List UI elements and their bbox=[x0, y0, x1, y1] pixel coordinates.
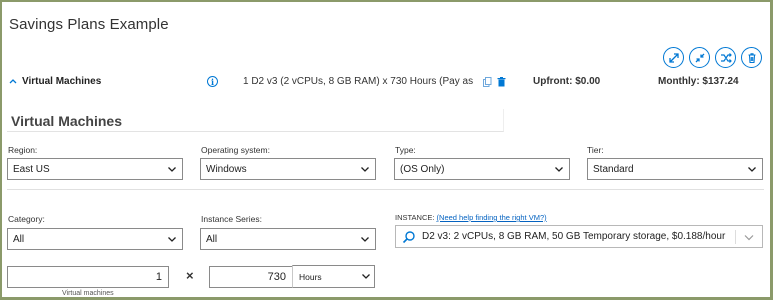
category-label: Category: bbox=[8, 214, 45, 224]
instance-label-row: INSTANCE: (Need help finding the right V… bbox=[395, 213, 547, 222]
chevron-down-icon[interactable] bbox=[743, 231, 755, 243]
chevron-up-icon[interactable] bbox=[8, 76, 18, 86]
tier-value: Standard bbox=[593, 163, 634, 175]
chevron-down-icon bbox=[165, 162, 179, 176]
collapse-button[interactable] bbox=[689, 47, 710, 68]
region-label: Region: bbox=[8, 145, 38, 155]
type-value: (OS Only) bbox=[400, 163, 445, 175]
hours-unit-value: Hours bbox=[299, 271, 322, 282]
search-icon bbox=[402, 230, 415, 243]
summary-description: 1 D2 v3 (2 vCPUs, 8 GB RAM) x 730 Hours … bbox=[243, 76, 473, 87]
region-select[interactable]: East US bbox=[7, 158, 183, 180]
vm-count-input[interactable]: 1 bbox=[7, 266, 169, 288]
section-title: Virtual Machines bbox=[11, 113, 123, 129]
chevron-down-icon bbox=[552, 162, 566, 176]
expand-button[interactable] bbox=[663, 47, 684, 68]
category-select[interactable]: All bbox=[7, 228, 183, 250]
divider bbox=[735, 230, 736, 244]
summary-label[interactable]: Virtual Machines bbox=[22, 76, 101, 87]
vm-count-caption: Virtual machines bbox=[62, 290, 114, 297]
window-frame bbox=[0, 0, 773, 300]
hours-input[interactable]: 730 bbox=[209, 266, 293, 288]
shuffle-icon bbox=[720, 52, 732, 63]
chevron-down-icon bbox=[165, 232, 179, 246]
hours-unit-select[interactable]: Hours bbox=[292, 265, 375, 288]
monthly-cost: Monthly: $137.24 bbox=[658, 76, 739, 87]
os-select[interactable]: Windows bbox=[200, 158, 376, 180]
upfront-cost: Upfront: $0.00 bbox=[533, 76, 601, 87]
series-value: All bbox=[206, 233, 218, 245]
instance-combobox[interactable]: D2 v3: 2 vCPUs, 8 GB RAM, 50 GB Temporar… bbox=[395, 225, 763, 248]
delete-row-icon[interactable] bbox=[497, 77, 506, 87]
os-value: Windows bbox=[206, 163, 247, 175]
chevron-down-icon bbox=[361, 271, 371, 283]
chevron-down-icon bbox=[358, 232, 372, 246]
chevron-down-icon bbox=[745, 162, 759, 176]
os-label: Operating system: bbox=[201, 145, 270, 155]
info-icon[interactable]: i bbox=[207, 76, 218, 87]
region-value: East US bbox=[13, 163, 50, 175]
instance-label: INSTANCE: bbox=[395, 213, 435, 222]
series-label: Instance Series: bbox=[201, 214, 262, 224]
series-select[interactable]: All bbox=[200, 228, 376, 250]
help-link[interactable]: (Need help finding the right VM?) bbox=[437, 213, 547, 222]
type-select[interactable]: (OS Only) bbox=[394, 158, 570, 180]
type-label: Type: bbox=[395, 145, 416, 155]
page-title: Savings Plans Example bbox=[9, 16, 169, 33]
tier-label: Tier: bbox=[587, 145, 604, 155]
tier-select[interactable]: Standard bbox=[587, 158, 763, 180]
expand-icon bbox=[668, 52, 679, 63]
chevron-down-icon bbox=[358, 162, 372, 176]
shuffle-button[interactable] bbox=[715, 47, 736, 68]
trash-icon bbox=[748, 52, 755, 63]
instance-value: D2 v3: 2 vCPUs, 8 GB RAM, 50 GB Temporar… bbox=[422, 231, 726, 242]
collapse-icon bbox=[695, 53, 704, 62]
category-value: All bbox=[13, 233, 25, 245]
copy-icon[interactable] bbox=[483, 77, 492, 87]
divider bbox=[7, 189, 764, 190]
multiply-symbol: × bbox=[186, 268, 194, 283]
delete-button[interactable] bbox=[741, 47, 762, 68]
